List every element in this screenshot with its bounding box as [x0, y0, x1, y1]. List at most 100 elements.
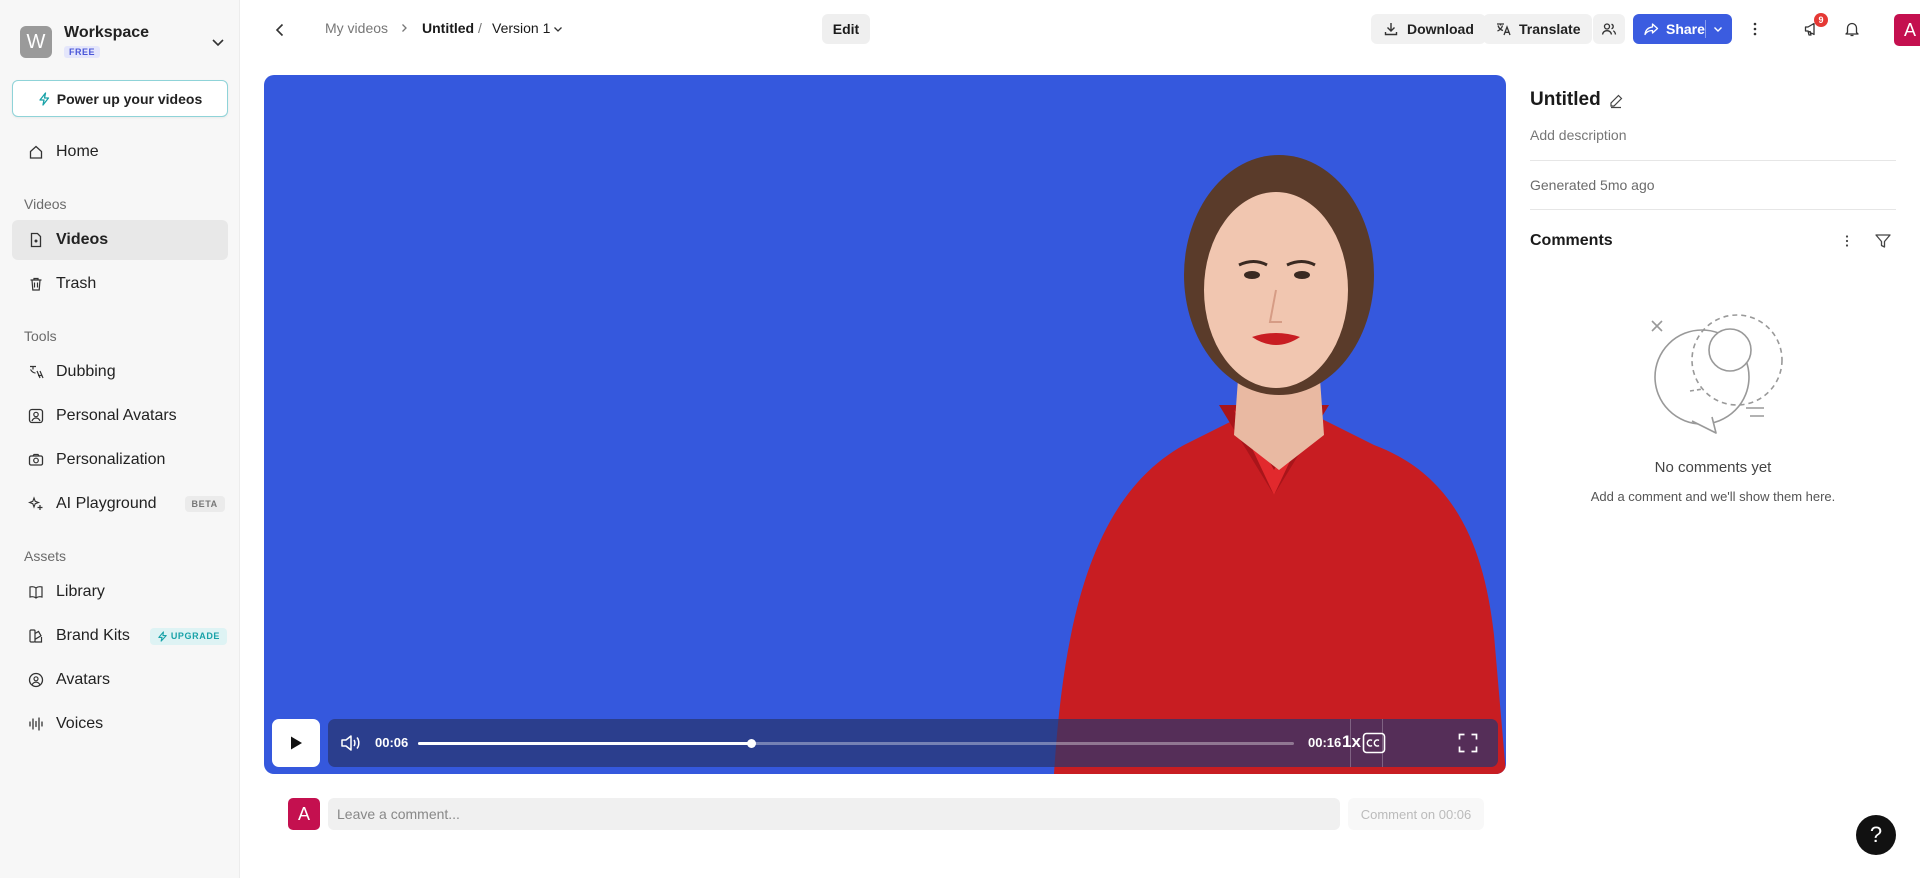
- video-title: Untitled: [1530, 89, 1601, 110]
- share-label: Share: [1666, 21, 1705, 37]
- more-vertical-icon: [1753, 22, 1757, 36]
- section-label-videos: Videos: [24, 196, 67, 212]
- user-avatar[interactable]: A: [1894, 14, 1920, 46]
- translate-button[interactable]: Translate: [1483, 14, 1593, 44]
- duration: 00:16: [1308, 735, 1342, 750]
- power-up-button[interactable]: Power up your videos: [12, 80, 228, 117]
- more-options-button[interactable]: [1742, 16, 1768, 42]
- collaborators-button[interactable]: [1593, 14, 1625, 44]
- sidebar-item-dubbing[interactable]: Dubbing: [12, 352, 228, 392]
- sidebar-item-label: Library: [56, 583, 105, 600]
- comment-avatar: A: [288, 798, 320, 830]
- dubbing-icon: [29, 365, 44, 379]
- empty-state-title: No comments yet: [1654, 459, 1772, 476]
- generated-time: Generated 5mo ago: [1530, 177, 1655, 193]
- translate-icon: [1497, 23, 1511, 36]
- power-up-label: Power up your videos: [56, 90, 203, 107]
- volume-icon[interactable]: [340, 733, 362, 753]
- camera-icon: [28, 453, 44, 466]
- book-icon: [29, 586, 43, 599]
- empty-state-subtitle: Add a comment and we'll show them here.: [1590, 489, 1836, 504]
- sidebar-item-label: Personalization: [56, 451, 166, 468]
- sidebar-item-label: Videos: [56, 231, 109, 248]
- sidebar-item-label: AI Playground: [56, 495, 157, 512]
- filter-icon[interactable]: [1873, 231, 1893, 251]
- notification-count-badge: 9: [1814, 13, 1828, 27]
- chevron-down-icon: [212, 39, 224, 47]
- breadcrumb-current[interactable]: Untitled: [422, 20, 474, 36]
- sidebar-item-videos[interactable]: Videos: [12, 220, 228, 260]
- sidebar-item-ai-playground[interactable]: AI Playground BETA: [12, 484, 228, 524]
- play-button[interactable]: [272, 719, 320, 767]
- fullscreen-icon[interactable]: [1458, 733, 1478, 753]
- sidebar-item-library[interactable]: Library: [12, 572, 228, 612]
- users-icon: [1601, 23, 1617, 35]
- chevron-down-icon[interactable]: [553, 24, 563, 34]
- progress-handle[interactable]: [746, 739, 756, 748]
- sidebar-item-label: Brand Kits: [56, 627, 130, 644]
- top-bar: My videos Untitled / Version 1 Edit Down…: [240, 0, 1920, 58]
- presenter-frame: [1054, 155, 1506, 774]
- lightning-icon: [158, 630, 167, 642]
- pencil-icon[interactable]: [1608, 93, 1624, 109]
- user-square-icon: [28, 408, 44, 424]
- sidebar-item-label: Voices: [56, 715, 104, 732]
- workspace-name: Workspace: [64, 24, 150, 41]
- breadcrumb-separator: /: [478, 20, 482, 36]
- add-description[interactable]: Add description: [1530, 127, 1627, 143]
- controls-divider: [1382, 719, 1383, 767]
- sidebar-item-label: Home: [56, 143, 99, 160]
- play-icon: [291, 736, 302, 750]
- download-label: Download: [1407, 21, 1474, 37]
- download-button[interactable]: Download: [1371, 14, 1486, 44]
- back-arrow-icon[interactable]: [270, 20, 290, 40]
- share-divider: [1705, 20, 1706, 38]
- bell-icon: [1845, 22, 1859, 37]
- translate-label: Translate: [1519, 21, 1581, 37]
- divider: [1530, 209, 1896, 210]
- waveform-icon: [29, 717, 43, 731]
- sidebar: W Workspace FREE Power up your videos Ho…: [0, 0, 240, 878]
- playback-speed[interactable]: 1x: [1342, 732, 1361, 752]
- share-button[interactable]: Share: [1633, 14, 1732, 44]
- sidebar-item-brand-kits[interactable]: Brand Kits UPGRADE: [12, 616, 228, 656]
- progress-fill: [418, 742, 751, 745]
- sidebar-item-trash[interactable]: Trash: [12, 264, 228, 304]
- current-time: 00:06: [375, 735, 409, 750]
- progress-bar[interactable]: [418, 739, 1294, 748]
- player-controls: 00:06 00:16 1x: [328, 719, 1498, 767]
- breadcrumb-my-videos[interactable]: My videos: [325, 20, 388, 36]
- version-selector[interactable]: Version 1: [492, 20, 550, 36]
- palette-icon: [29, 629, 43, 643]
- sidebar-item-personalization[interactable]: Personalization: [12, 440, 228, 480]
- user-circle-icon: [28, 672, 44, 688]
- upgrade-label: UPGRADE: [170, 631, 221, 641]
- upgrade-badge[interactable]: UPGRADE: [149, 627, 228, 645]
- sidebar-item-home[interactable]: Home: [12, 132, 228, 172]
- sidebar-item-label: Avatars: [56, 671, 110, 688]
- sidebar-item-label: Dubbing: [56, 363, 116, 380]
- comment-submit-button[interactable]: Comment on 00:06: [1348, 798, 1484, 830]
- video-player[interactable]: 00:06 00:16 1x: [264, 75, 1506, 774]
- trash-icon: [30, 277, 42, 291]
- edit-button[interactable]: Edit: [822, 14, 870, 44]
- sidebar-item-voices[interactable]: Voices: [12, 704, 228, 744]
- sidebar-item-label: Trash: [56, 275, 97, 292]
- more-vertical-icon[interactable]: [1837, 231, 1857, 251]
- help-button[interactable]: ?: [1856, 815, 1896, 855]
- workspace-avatar: W: [20, 26, 52, 58]
- announcements-button[interactable]: 9: [1799, 13, 1828, 42]
- section-label-assets: Assets: [24, 548, 67, 564]
- sidebar-item-avatars[interactable]: Avatars: [12, 660, 228, 700]
- empty-comments-illustration: [1651, 314, 1783, 434]
- chevron-down-icon[interactable]: [1713, 24, 1723, 34]
- download-icon: [1384, 23, 1398, 36]
- divider: [1530, 160, 1896, 161]
- notifications-button[interactable]: [1839, 16, 1865, 42]
- comment-input[interactable]: [328, 798, 1340, 830]
- lightning-icon: [39, 91, 49, 106]
- home-icon: [29, 145, 43, 159]
- sidebar-item-personal-avatars[interactable]: Personal Avatars: [12, 396, 228, 436]
- workspace-switcher[interactable]: W Workspace FREE: [20, 24, 226, 60]
- share-arrow-icon: [1644, 23, 1659, 36]
